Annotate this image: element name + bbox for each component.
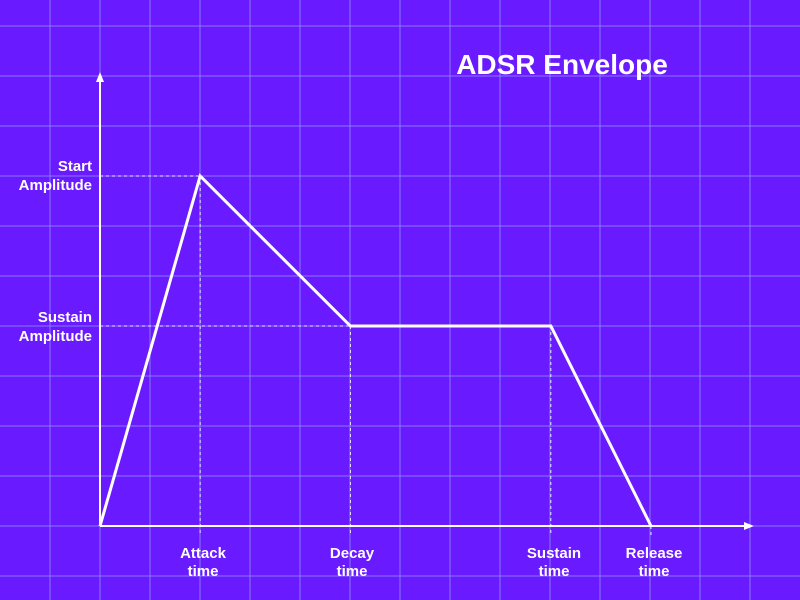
start-amplitude-label-line2: Amplitude [19,177,92,194]
sustain-amplitude-label-line2: Amplitude [19,328,92,345]
axes [96,72,754,530]
x-axis-arrowhead [744,522,754,530]
background-grid [0,0,800,600]
adsr-diagram: ADSR Envelope Start Amplitude Sustain Am… [0,0,800,600]
y-axis-arrowhead [96,72,104,82]
envelope-line [98,173,653,527]
release-time-label-line1: Release [626,545,683,562]
decay-time-label-line1: Decay [330,545,375,562]
release-time-label-line2: time [639,563,670,580]
attack-time-label-line1: Attack [180,545,227,562]
diagram-title: ADSR Envelope [456,49,668,80]
decay-time-label-line2: time [337,563,368,580]
sustain-amplitude-label-line1: Sustain [38,309,92,326]
attack-time-label-line2: time [188,563,219,580]
sustain-time-label-line1: Sustain [527,545,581,562]
adsr-envelope-diagram: ADSR Envelope Start Amplitude Sustain Am… [0,0,800,600]
sustain-time-label-line2: time [539,563,570,580]
guide-lines [100,175,652,536]
start-amplitude-label-line1: Start [58,158,92,175]
